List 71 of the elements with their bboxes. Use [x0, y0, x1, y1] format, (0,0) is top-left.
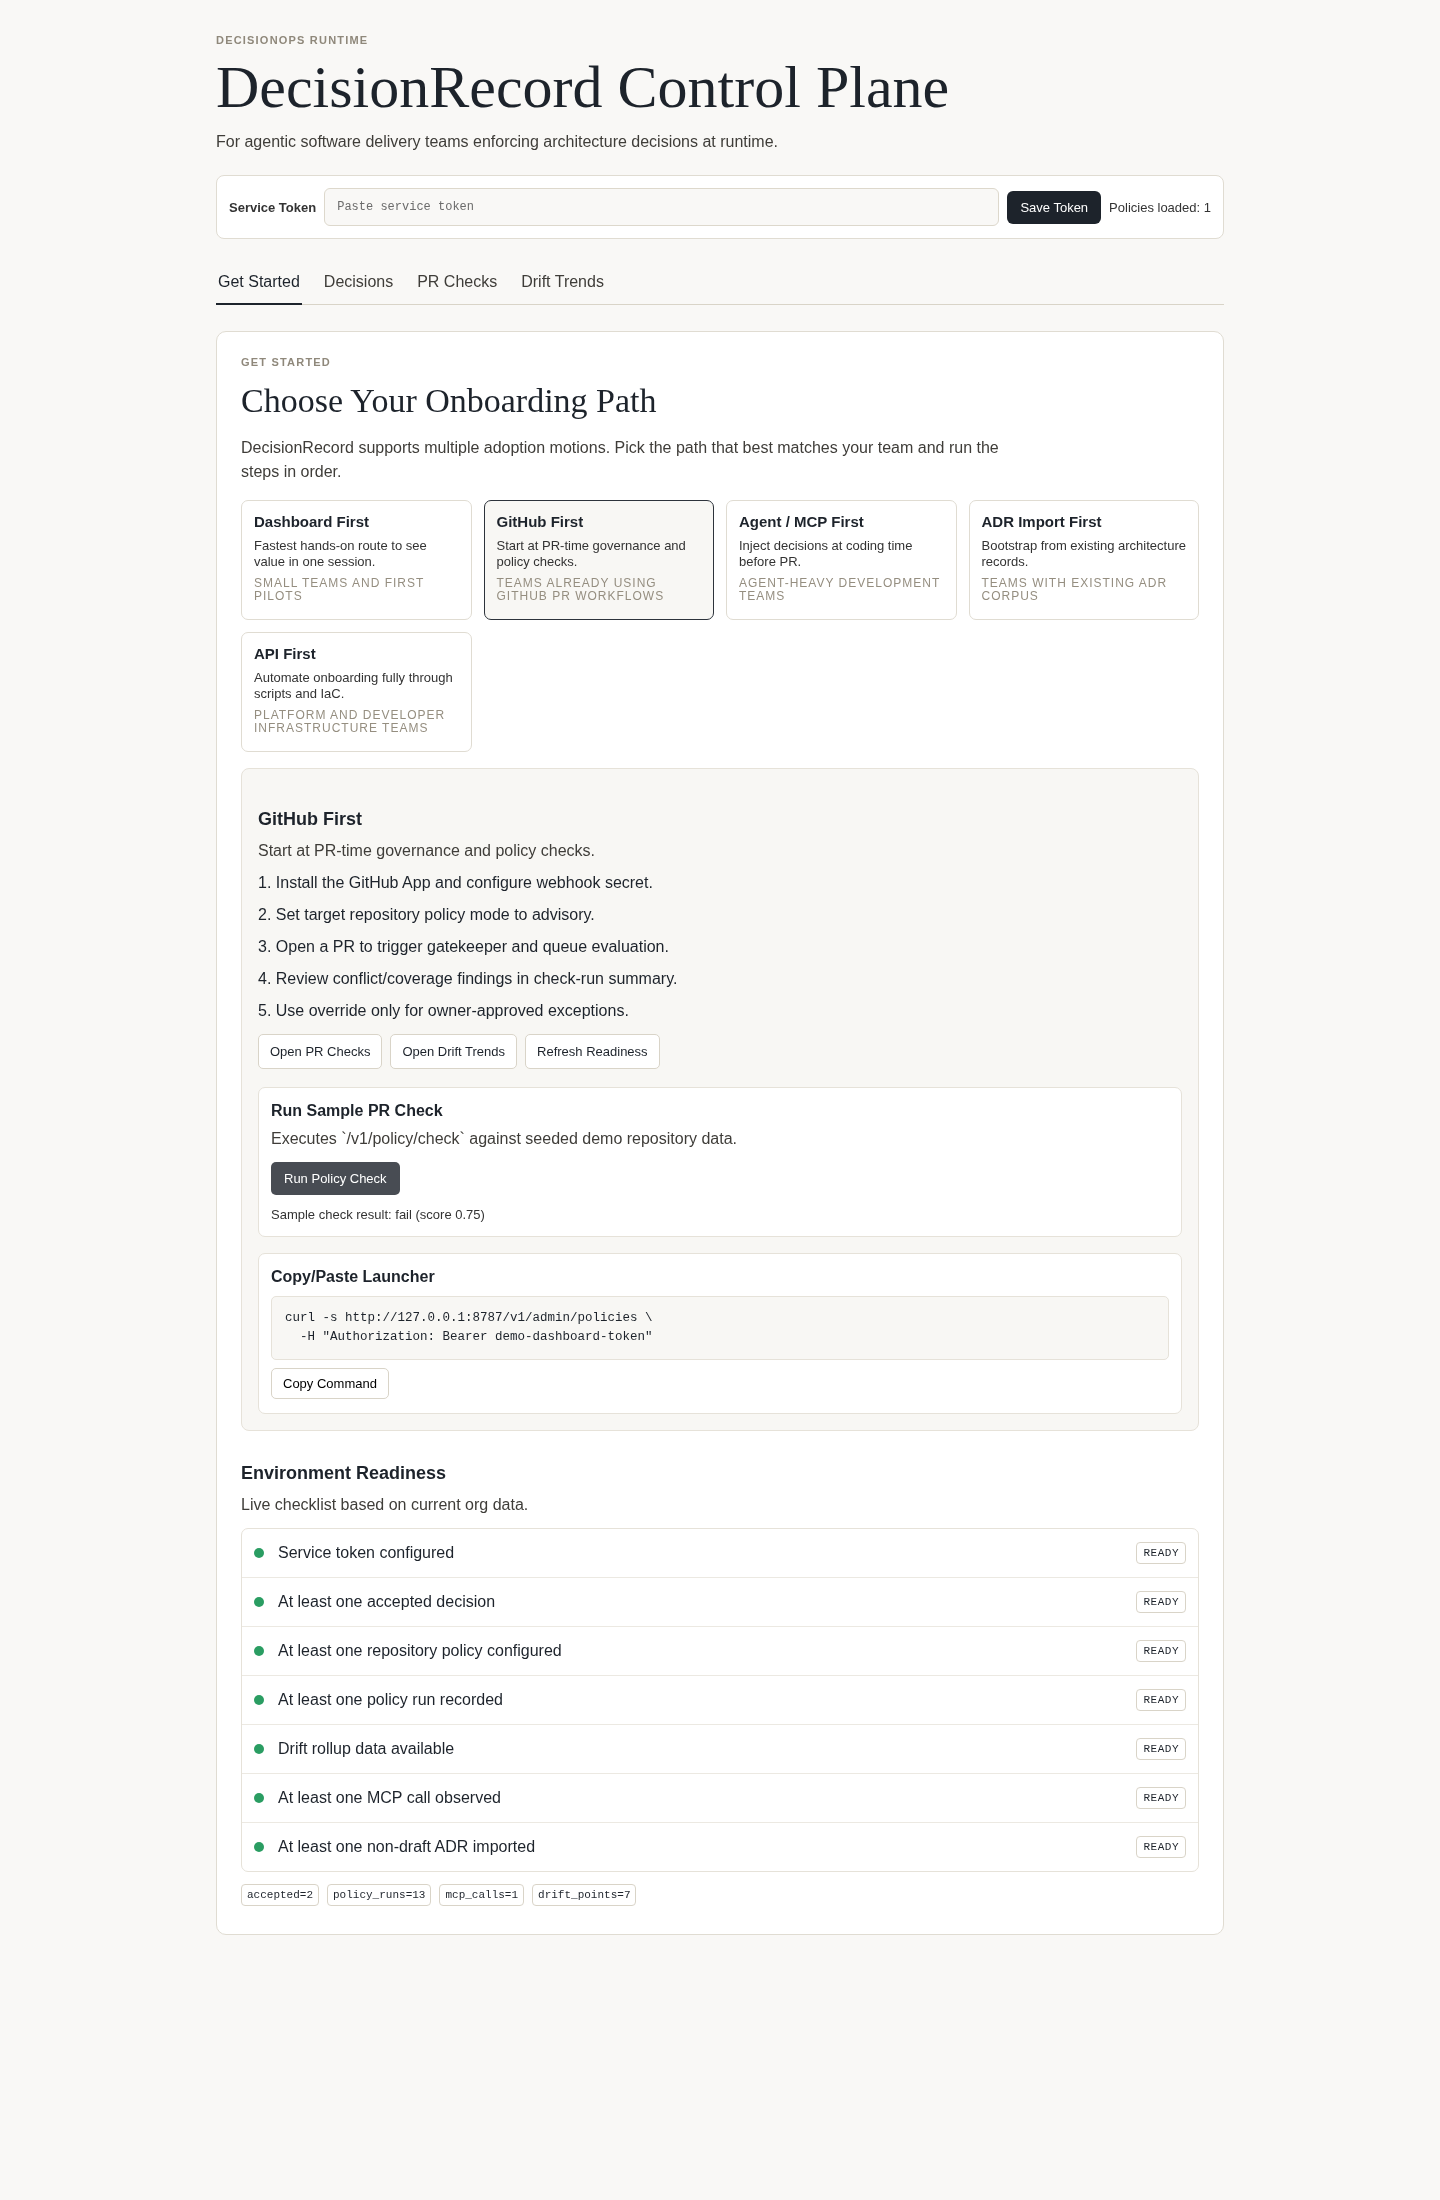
checklist-item: At least one policy run recorded: [278, 1690, 504, 1709]
detail-description: Start at PR-time governance and policy checks.: [258, 842, 597, 860]
path-audience: AGENT-HEAVY DEVELOPMENT TEAMS: [739, 576, 942, 605]
path-description: Inject decisions at coding time before PR.: [739, 538, 914, 571]
path-description: Fastest hands-on route to see value in one session.: [254, 538, 428, 571]
path-title: Agent / MCP First: [739, 513, 865, 530]
path-description: Start at PR-time governance and policy checks.: [496, 538, 687, 571]
metric-tag: mcp_calls=1: [439, 1883, 525, 1906]
card-description: Executes `/v1/policy/check` against seeded demo repository data.: [271, 1130, 739, 1148]
copy-command-button[interactable]: Copy Command: [271, 1367, 389, 1399]
token-input-field[interactable]: Paste service token: [324, 188, 1000, 226]
path-description: Automate onboarding fully through scripts and IaC.: [254, 670, 454, 703]
checklist-item: Service token configured: [278, 1543, 456, 1562]
section-intro: DecisionRecord supports multiple adoption motions. Pick the path that best matches your team and run the steps in order.: [241, 438, 1000, 482]
checklist-item: At least one non-draft ADR imported: [278, 1837, 537, 1856]
field-label: Service Token: [229, 199, 317, 215]
card-title: Run Sample PR Check: [271, 1102, 444, 1120]
tab[interactable]: Drift Trends: [519, 263, 606, 305]
code-block: curl -s http://127.0.0.1:8787/v1/admin/policies \ -H "Authorization: Bearer demo-dashboard-token": [271, 1296, 1169, 1360]
path-title: API First: [254, 645, 317, 662]
path-title: Dashboard First: [254, 513, 371, 530]
step-text: 3. Open a PR to trigger gatekeeper and queue evaluation.: [258, 938, 670, 956]
section-eyebrow: GET STARTED: [241, 356, 332, 368]
path-audience: SMALL TEAMS AND FIRST PILOTS: [254, 576, 426, 605]
tab[interactable]: Decisions: [321, 263, 396, 305]
checklist-item: At least one repository policy configured: [278, 1641, 563, 1660]
section-title: Choose Your Onboarding Path: [241, 382, 658, 420]
save-token-button[interactable]: Save Token: [1007, 190, 1102, 224]
detail-title: GitHub First: [258, 809, 363, 830]
status-tag: READY: [1136, 1737, 1186, 1760]
status-tag: READY: [1136, 1835, 1186, 1858]
status-tag: READY: [1136, 1786, 1186, 1809]
path-title: GitHub First: [496, 513, 585, 530]
action-button[interactable]: Open PR Checks: [258, 1034, 383, 1069]
status-tag: READY: [1136, 1541, 1186, 1564]
eyebrow-label: DECISIONOPS RUNTIME: [216, 34, 370, 46]
step-text: 5. Use override only for owner-approved exceptions.: [258, 1002, 630, 1020]
path-option-card[interactable]: API First Automate onboarding fully through scripts and IaC. PLATFORM AND DEVELOPER INFRASTRUCTURE TEAMS: [241, 632, 472, 752]
page-title: DecisionRecord Control Plane: [216, 56, 951, 119]
tab[interactable]: Get Started: [216, 263, 302, 305]
policies-status: Policies loaded: 1: [1109, 199, 1211, 215]
step-text: 1. Install the GitHub App and configure webhook secret.: [258, 874, 654, 892]
status-tag: READY: [1136, 1590, 1186, 1613]
path-audience: TEAMS ALREADY USING GITHUB PR WORKFLOWS: [496, 576, 666, 605]
checklist-item: At least one accepted decision: [278, 1592, 497, 1611]
checklist-item: At least one MCP call observed: [278, 1788, 502, 1807]
step-text: 4. Review conflict/coverage findings in check-run summary.: [258, 970, 679, 988]
checklist-item: Drift rollup data available: [278, 1739, 456, 1758]
path-audience: PLATFORM AND DEVELOPER INFRASTRUCTURE TEAMS: [254, 708, 447, 737]
path-description: Bootstrap from existing architecture records.: [981, 538, 1186, 571]
readiness-description: Live checklist based on current org data.: [241, 1495, 530, 1514]
page-subtitle: For agentic software delivery teams enforcing architecture decisions at runtime.: [216, 133, 780, 151]
path-title: ADR Import First: [981, 513, 1103, 530]
metric-tag: drift_points=7: [532, 1883, 637, 1906]
path-option-card[interactable]: GitHub First Start at PR-time governance and policy checks. TEAMS ALREADY USING GITHUB PR WORKFLOWS: [483, 500, 714, 620]
path-option-card[interactable]: Agent / MCP First Inject decisions at coding time before PR. AGENT-HEAVY DEVELOPMENT TEAMS: [726, 500, 957, 620]
action-button[interactable]: Refresh Readiness: [525, 1034, 660, 1069]
action-button[interactable]: Open Drift Trends: [390, 1034, 518, 1069]
status-tag: READY: [1136, 1639, 1186, 1662]
path-audience: TEAMS WITH EXISTING ADR CORPUS: [981, 576, 1169, 605]
card-title: Copy/Paste Launcher: [271, 1268, 436, 1286]
metric-tag: accepted=2: [241, 1883, 319, 1906]
tab[interactable]: PR Checks: [415, 263, 500, 305]
path-option-card[interactable]: Dashboard First Fastest hands-on route to see value in one session. SMALL TEAMS AND FIRST PILOTS: [241, 500, 472, 620]
path-option-card[interactable]: ADR Import First Bootstrap from existing architecture records. TEAMS WITH EXISTING ADR CORPUS: [968, 500, 1199, 620]
metric-tag: policy_runs=13: [327, 1883, 432, 1906]
step-text: 2. Set target repository policy mode to advisory.: [258, 906, 596, 924]
readiness-title: Environment Readiness: [241, 1462, 448, 1484]
run-policy-check-button[interactable]: Run Policy Check: [271, 1162, 400, 1195]
status-tag: READY: [1136, 1688, 1186, 1711]
check-result: Sample check result: fail (score 0.75): [271, 1207, 486, 1222]
